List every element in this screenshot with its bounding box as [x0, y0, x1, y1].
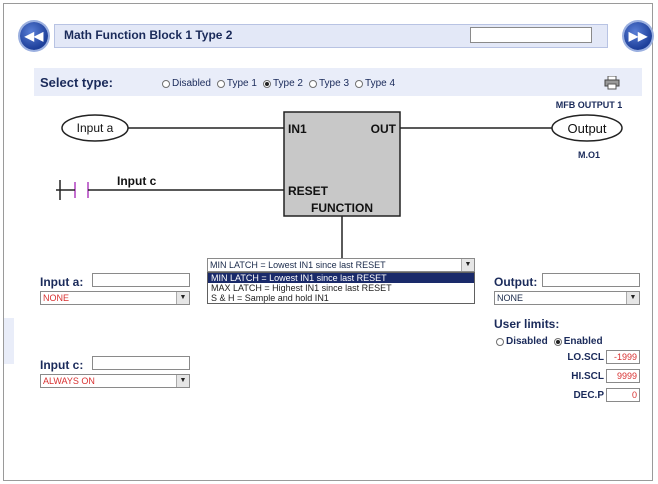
function-option-sample-hold[interactable]: S & H = Sample and hold IN1: [208, 293, 474, 303]
chevron-down-icon[interactable]: ▼: [176, 375, 189, 387]
function-select-value: MIN LATCH = Lowest IN1 since last RESET: [210, 260, 386, 270]
input-a-source-value: NONE: [43, 293, 70, 303]
radio-label: Disabled: [506, 336, 548, 347]
function-option-max-latch[interactable]: MAX LATCH = Highest IN1 since last RESET: [208, 283, 474, 293]
user-limits-radio-enabled[interactable]: Enabled: [553, 336, 603, 347]
input-c-node-label: Input c: [117, 174, 157, 188]
hi-scl-input[interactable]: 9999: [606, 369, 640, 383]
input-a-label: Input a:: [40, 275, 84, 289]
block-reset-label: RESET: [288, 184, 329, 198]
chevron-down-icon[interactable]: ▼: [461, 259, 474, 271]
radio-label: Enabled: [563, 336, 603, 347]
user-limits-radio-group: Disabled Enabled: [496, 336, 603, 347]
block-in1-label: IN1: [288, 122, 307, 136]
output-text-field[interactable]: [542, 273, 640, 287]
dec-p-input[interactable]: 0: [606, 388, 640, 402]
user-limits-radio-disabled[interactable]: Disabled: [496, 336, 548, 347]
block-out-label: OUT: [371, 122, 397, 136]
input-c-source-value: ALWAYS ON: [43, 376, 95, 386]
user-limits-label: User limits:: [494, 317, 560, 331]
output-address: M.O1: [578, 150, 600, 160]
block-function-label: FUNCTION: [311, 201, 373, 215]
output-destination-select[interactable]: NONE ▼: [494, 291, 640, 305]
chevron-down-icon[interactable]: ▼: [626, 292, 639, 304]
input-c-text-field[interactable]: [92, 356, 190, 370]
radio-indicator: [553, 337, 562, 346]
lo-scl-label: LO.SCL: [567, 352, 604, 363]
input-a-source-select[interactable]: NONE ▼: [40, 291, 190, 305]
function-option-min-latch[interactable]: MIN LATCH = Lowest IN1 since last RESET: [208, 273, 474, 283]
function-block-diagram: Input a Output MFB OUTPUT 1 M.O1 Input c…: [56, 100, 623, 258]
function-select[interactable]: MIN LATCH = Lowest IN1 since last RESET …: [207, 258, 475, 272]
chevron-down-icon[interactable]: ▼: [176, 292, 189, 304]
dec-p-label: DEC.P: [573, 390, 604, 401]
input-a-text-field[interactable]: [92, 273, 190, 287]
output-node-label: Output: [567, 121, 606, 136]
output-label: Output:: [494, 275, 538, 289]
output-name: MFB OUTPUT 1: [556, 100, 623, 110]
function-options-list: MIN LATCH = Lowest IN1 since last RESET …: [207, 272, 475, 304]
input-c-source-select[interactable]: ALWAYS ON ▼: [40, 374, 190, 388]
input-a-node-label: Input a: [77, 121, 114, 135]
side-accent: [4, 318, 14, 364]
output-destination-value: NONE: [497, 293, 524, 303]
input-c-label: Input c:: [40, 358, 84, 372]
hi-scl-label: HI.SCL: [571, 371, 604, 382]
radio-indicator: [496, 337, 504, 346]
lo-scl-input[interactable]: -1999: [606, 350, 640, 364]
